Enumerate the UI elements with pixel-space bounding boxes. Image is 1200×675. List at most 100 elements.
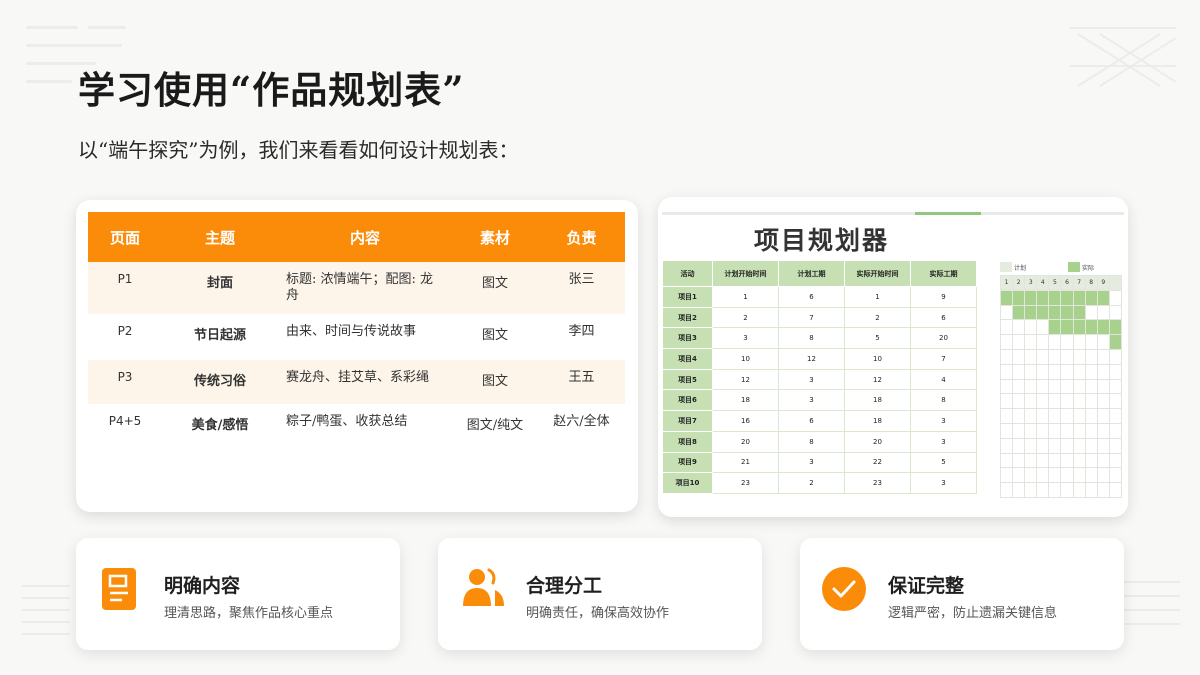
gantt-cell <box>1012 363 1026 380</box>
sheet-value-cell: 16 <box>712 410 779 432</box>
gantt-cell <box>1072 378 1086 395</box>
sheet-header: 实际工期 <box>910 260 977 287</box>
sheet-activity-cell: 项目7 <box>662 410 713 432</box>
gantt-cell <box>999 363 1014 380</box>
sheet-value-cell: 18 <box>712 389 779 412</box>
header-content: 内容 <box>278 212 452 262</box>
sheet-value-cell: 20 <box>910 327 977 350</box>
gantt-cell <box>999 348 1014 365</box>
gantt-cell <box>999 408 1014 424</box>
sheet-value-cell: 12 <box>844 368 911 391</box>
gantt-cell <box>1108 334 1123 350</box>
feature-desc: 明确责任，确保高效协作 <box>526 606 670 621</box>
legend-swatch-plan <box>1000 262 1012 272</box>
gantt-cell <box>1084 289 1098 306</box>
sheet-value-cell: 3 <box>910 430 977 453</box>
cell-theme: 美食/感悟 <box>191 418 249 433</box>
sheet-activity-cell: 项目4 <box>662 348 713 370</box>
decorative-cross-lines <box>1070 27 1176 87</box>
sheet-activity-cell: 项目3 <box>662 327 713 350</box>
legend-actual-label: 实际 <box>1082 265 1095 272</box>
sheet-value-cell: 21 <box>712 451 779 474</box>
gantt-cell <box>1024 422 1038 439</box>
sheet-value-cell: 3 <box>778 368 845 391</box>
gantt-cell <box>1108 408 1123 424</box>
feature-card-division: 合理分工 明确责任，确保高效协作 <box>438 538 762 650</box>
gantt-cell <box>1060 378 1074 395</box>
gantt-cell <box>1096 422 1110 439</box>
gantt-cell <box>1012 319 1026 336</box>
gantt-cell <box>1024 334 1038 350</box>
gantt-cell <box>1012 334 1026 350</box>
gantt-cell <box>1012 289 1026 306</box>
sheet-value-cell: 23 <box>712 472 779 494</box>
sheet-value-cell: 6 <box>778 286 845 308</box>
gantt-cell <box>1012 422 1026 439</box>
sheet-value-cell: 20 <box>844 430 911 453</box>
sheet-activity-cell: 项目2 <box>662 306 713 329</box>
feature-desc: 理清思路，聚焦作品核心重点 <box>164 606 334 621</box>
gantt-cell <box>1036 363 1050 380</box>
gantt-row <box>999 408 1123 424</box>
sheet-row: 项目10 23 2 23 3 <box>662 472 977 494</box>
gantt-cell <box>1024 378 1038 395</box>
gantt-chart: 计划 实际 123456789 <box>999 260 1123 498</box>
sheet-header: 活动 <box>662 260 713 287</box>
gantt-cell <box>1072 289 1086 306</box>
planner-sheet-table: 活动 计划开始时间 计划工期 实际开始时间 实际工期 项目1 1 6 1 9 项目2 2 7 2… <box>662 260 977 494</box>
team-icon <box>463 568 504 606</box>
gantt-cell <box>1048 319 1062 336</box>
table-row: P3 传统习俗 赛龙舟、挂艾草、系彩绳 图文 王五 <box>88 360 625 404</box>
gantt-cell <box>1096 363 1110 380</box>
gantt-cell <box>1036 289 1050 306</box>
cell-material: 图文 <box>452 360 538 404</box>
sheet-header: 实际开始时间 <box>844 260 911 287</box>
cell-owner: 张三 <box>538 262 625 314</box>
gantt-cell <box>1108 378 1123 395</box>
sheet-row: 项目8 20 8 20 3 <box>662 430 977 453</box>
gantt-day-label: 8 <box>1084 275 1098 291</box>
sheet-value-cell: 2 <box>712 306 779 329</box>
sheet-value-cell: 5 <box>844 327 911 350</box>
cell-content: 粽子/鸭蛋、收获总结 <box>286 414 408 429</box>
sheet-value-cell: 22 <box>844 451 911 474</box>
gantt-cell <box>1036 408 1050 424</box>
gantt-cell <box>1060 422 1074 439</box>
cell-owner: 李四 <box>568 324 595 339</box>
document-icon <box>102 568 136 610</box>
gantt-cell <box>999 319 1014 336</box>
legend-swatch-actual <box>1068 262 1080 272</box>
gantt-cell <box>1024 348 1038 365</box>
table-row: P4+5 美食/感悟 粽子/鸭蛋、收获总结 图文/纯文 赵六/全体 <box>88 404 625 450</box>
gantt-cell <box>1060 408 1074 424</box>
gantt-row <box>999 422 1123 439</box>
table-row: P2 节日起源 由来、时间与传说故事 图文 李四 <box>88 314 625 360</box>
sheet-activity-cell: 项目6 <box>662 389 713 412</box>
sheet-value-cell: 10 <box>712 348 779 370</box>
gantt-cell <box>1012 408 1026 424</box>
gantt-cell <box>1012 304 1026 321</box>
gantt-cell <box>1096 304 1110 321</box>
sheet-value-cell: 3 <box>778 389 845 412</box>
gantt-cell <box>1072 304 1086 321</box>
gantt-cell <box>1084 348 1098 365</box>
gantt-cell <box>1048 408 1062 424</box>
gantt-legend: 计划 实际 <box>1000 260 1122 274</box>
sheet-value-cell: 1 <box>712 286 779 308</box>
sheet-activity-cell: 项目8 <box>662 430 713 453</box>
gantt-cell <box>1024 304 1038 321</box>
gantt-cell <box>1012 378 1026 395</box>
gantt-cell <box>999 304 1014 321</box>
sheet-value-cell: 10 <box>844 348 911 370</box>
gantt-cell <box>1072 408 1086 424</box>
gantt-cell <box>1084 422 1098 439</box>
gantt-cell <box>1108 363 1123 380</box>
cell-theme: 封面 <box>162 262 278 314</box>
gantt-cell <box>1108 319 1123 336</box>
cell-content: 标题: 浓情端午；配图: 龙舟 <box>278 262 452 314</box>
gantt-cell <box>1012 393 1026 410</box>
gantt-cell <box>1072 319 1086 336</box>
sheet-value-cell: 7 <box>910 348 977 370</box>
page-title: 学习使用“作品规划表” <box>78 68 465 112</box>
cell-theme: 传统习俗 <box>162 360 278 404</box>
